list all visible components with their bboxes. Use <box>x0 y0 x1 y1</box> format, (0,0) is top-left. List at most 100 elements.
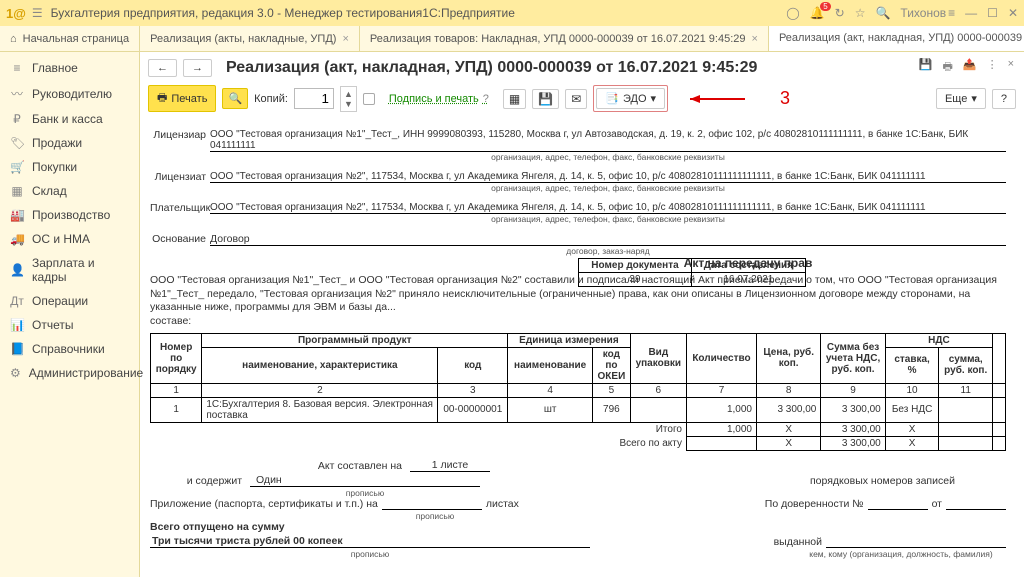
menu-icon[interactable]: ☰ <box>32 6 43 20</box>
list-icon: ≡ <box>10 61 24 75</box>
forward-button[interactable]: → <box>183 59 212 77</box>
composed-label: Акт составлен на <box>150 460 410 472</box>
sidebar-item-manager[interactable]: 〰Руководителю <box>0 80 139 107</box>
annotation-number: 3 <box>780 88 790 109</box>
action-toolbar: 🖶 Печать 🔍 Копий: ▲▼ Подпись и печать ? … <box>140 81 1024 116</box>
sublabel-propisyu: прописью <box>250 488 480 498</box>
sidebar-item-operations[interactable]: ДтОперации <box>0 289 139 313</box>
sign-checkbox[interactable] <box>363 93 375 105</box>
tab-label: Реализация (акт, накладная, УПД) 0000-00… <box>779 32 1024 44</box>
help-button[interactable]: ? <box>992 89 1016 109</box>
save-icon[interactable]: 💾 <box>917 56 935 79</box>
sidebar-item-assets[interactable]: 🚚ОС и НМА <box>0 227 139 251</box>
tab-list[interactable]: Реализация (акты, накладные, УПД)× <box>140 26 360 51</box>
money-icon: ₽ <box>10 112 24 126</box>
total-released-label: Всего отпущено на сумму <box>150 521 285 533</box>
sidebar-item-salary[interactable]: 👤Зарплата и кадры <box>0 251 139 289</box>
tabs-row: ⌂ Начальная страница Реализация (акты, н… <box>0 26 1024 52</box>
sidebar-item-production[interactable]: 🏭 Производство <box>0 203 139 227</box>
export-icon[interactable]: 📤 <box>961 56 979 79</box>
kebab-icon[interactable]: ⋮ <box>985 56 1000 79</box>
home-tab[interactable]: ⌂ Начальная страница <box>0 26 140 51</box>
sidebar-item-sales[interactable]: 🏷Продажи <box>0 131 139 155</box>
print-button[interactable]: 🖶 Печать <box>148 85 216 112</box>
proxy-label: По доверенности № <box>765 498 864 510</box>
products-table: Номер по порядку Программный продукт Еди… <box>150 333 1006 451</box>
table-icon[interactable]: ▦ <box>503 89 526 109</box>
minimize-icon[interactable]: — <box>965 6 977 20</box>
annotation-arrow: 3 <box>690 88 790 109</box>
edo-button[interactable]: 📑 ЭДО ▾ <box>596 88 665 109</box>
tab-label: Реализация товаров: Накладная, УПД 0000-… <box>370 33 746 45</box>
user-name: Тихонов <box>900 6 946 20</box>
user-menu[interactable]: Тихонов ≡ <box>900 6 955 20</box>
contains-suffix: порядковых номеров записей <box>810 475 955 487</box>
issued-label: выданной <box>774 536 822 548</box>
sidebar-item-main[interactable]: ≡ Главное <box>0 56 139 80</box>
licensee-sublabel: организация, адрес, телефон, факс, банко… <box>210 183 1006 193</box>
copies-input[interactable] <box>294 88 334 109</box>
act-paragraph: ООО "Тестовая организация №1"_Тест_ и ОО… <box>150 274 1006 329</box>
licensor-label: Лицензиар <box>150 122 210 152</box>
tab-invoice[interactable]: Реализация товаров: Накладная, УПД 0000-… <box>360 26 769 51</box>
tab-act[interactable]: Реализация (акт, накладная, УПД) 0000-00… <box>769 26 1024 51</box>
sidebar-item-label: Продажи <box>32 136 82 150</box>
back-button[interactable]: ← <box>148 59 177 77</box>
licensor-sublabel: организация, адрес, телефон, факс, банко… <box>210 152 1006 162</box>
star-icon[interactable]: ☆ <box>855 6 866 20</box>
basis-sublabel: договор, заказ-наряд <box>210 246 1006 256</box>
sign-print-link[interactable]: Подпись и печать ? <box>381 90 497 108</box>
sidebar-item-label: Склад <box>32 184 67 198</box>
document-area[interactable]: Лицензиар ООО "Тестовая организация №1"_Т… <box>140 116 1024 577</box>
app-logo: 1@ <box>6 6 26 21</box>
history-icon[interactable]: ↻ <box>835 6 845 20</box>
contains-label: и содержит <box>150 475 250 487</box>
sidebar-item-admin[interactable]: ⚙Администрирование <box>0 361 139 385</box>
tab-close-icon[interactable]: × <box>342 33 348 45</box>
basis-value: Договор <box>210 226 1006 246</box>
sidebar-item-label: Справочники <box>32 342 105 356</box>
dt-icon: Дт <box>10 294 24 308</box>
tab-close-icon[interactable]: × <box>752 33 758 45</box>
book-icon: 📘 <box>10 342 24 356</box>
payer-value: ООО "Тестовая организация №2", 117534, М… <box>210 195 1006 214</box>
cart-icon: 🛒 <box>10 160 24 174</box>
bell-icon[interactable]: 🔔5 <box>810 6 825 20</box>
disk-icon[interactable]: 💾 <box>532 89 559 109</box>
sidebar-item-reports[interactable]: 📊Отчеты <box>0 313 139 337</box>
act-title: Акт на передачу прав <box>490 256 1006 270</box>
preview-button[interactable]: 🔍 <box>222 88 248 109</box>
copies-label: Копий: <box>254 93 288 105</box>
gear-icon: ⚙ <box>10 366 21 380</box>
edo-highlight: 📑 ЭДО ▾ <box>593 85 668 112</box>
print-icon[interactable]: 🖶 <box>940 56 954 79</box>
basis-label: Основание <box>150 226 210 246</box>
licensee-value: ООО "Тестовая организация №2", 117534, М… <box>210 164 1006 183</box>
from-label: от <box>932 498 942 510</box>
contains-value: Один <box>250 474 480 487</box>
close-page-icon[interactable]: × <box>1006 56 1016 79</box>
sidebar-item-label: Отчеты <box>32 318 73 332</box>
sidebar-item-label: Главное <box>32 61 78 75</box>
close-icon[interactable]: ✕ <box>1008 6 1018 20</box>
maximize-icon[interactable]: ☐ <box>987 6 998 20</box>
person-icon: 👤 <box>10 263 24 277</box>
sidebar-item-warehouse[interactable]: ▦ Склад <box>0 179 139 203</box>
more-button[interactable]: Еще ▾ <box>936 88 986 109</box>
print-button-label: Печать <box>171 93 207 105</box>
licensee-label: Лицензиат <box>150 164 210 183</box>
factory-icon: 🏭 <box>10 208 24 222</box>
spinner-buttons[interactable]: ▲▼ <box>340 86 357 112</box>
circle-icon[interactable]: ◯ <box>786 6 799 20</box>
sidebar-item-directories[interactable]: 📘 Справочники <box>0 337 139 361</box>
payer-label: Плательщик <box>150 195 210 214</box>
attachment-unit: листах <box>486 498 519 510</box>
payer-sublabel: организация, адрес, телефон, факс, банко… <box>210 214 1006 224</box>
mail-icon[interactable]: ✉ <box>565 89 587 109</box>
sidebar-item-label: Производство <box>32 208 110 222</box>
sidebar-item-bank[interactable]: ₽Банк и касса <box>0 107 139 131</box>
edo-label: ЭДО <box>623 93 647 105</box>
grid-icon: ▦ <box>10 184 24 198</box>
search-icon[interactable]: 🔍 <box>875 6 890 20</box>
sidebar-item-purchases[interactable]: 🛒Покупки <box>0 155 139 179</box>
